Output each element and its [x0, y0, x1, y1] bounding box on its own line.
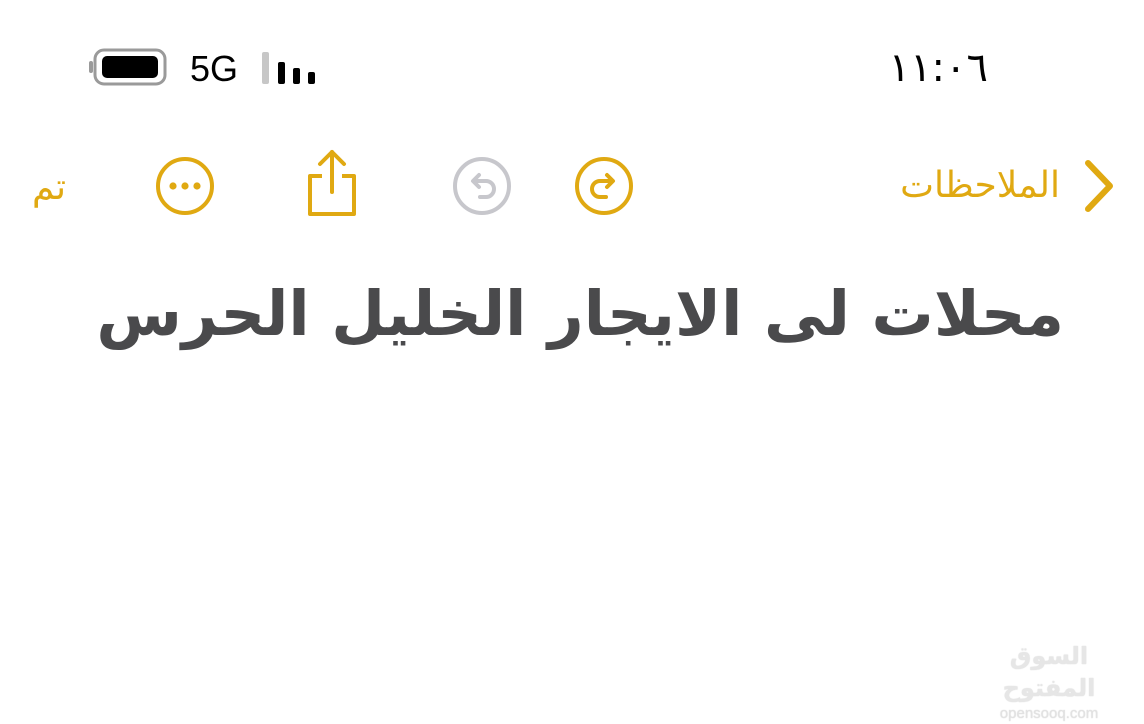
watermark-latin: opensooq.com: [999, 705, 1099, 722]
undo-icon[interactable]: [450, 154, 514, 218]
back-button-label: الملاحظات: [900, 165, 1060, 206]
more-ellipsis-icon[interactable]: [153, 154, 217, 218]
watermark-logo: السوق المفتوح opensooq.com: [974, 640, 1124, 722]
redo-icon[interactable]: [572, 154, 636, 218]
watermark-arabic: السوق المفتوح: [1002, 642, 1096, 702]
chevron-left-icon: [1085, 160, 1113, 212]
share-icon[interactable]: [300, 146, 364, 220]
note-title[interactable]: محلات لى الايجار الخليل الحرس: [64, 268, 1064, 360]
back-button[interactable]: الملاحظات: [900, 154, 1116, 218]
network-type-label: 5G: [190, 48, 239, 89]
status-time: ١١:٠٦: [888, 45, 988, 91]
battery-full-icon: [89, 48, 167, 86]
done-button[interactable]: تم: [32, 160, 66, 216]
signal-bars-icon: [262, 52, 315, 84]
